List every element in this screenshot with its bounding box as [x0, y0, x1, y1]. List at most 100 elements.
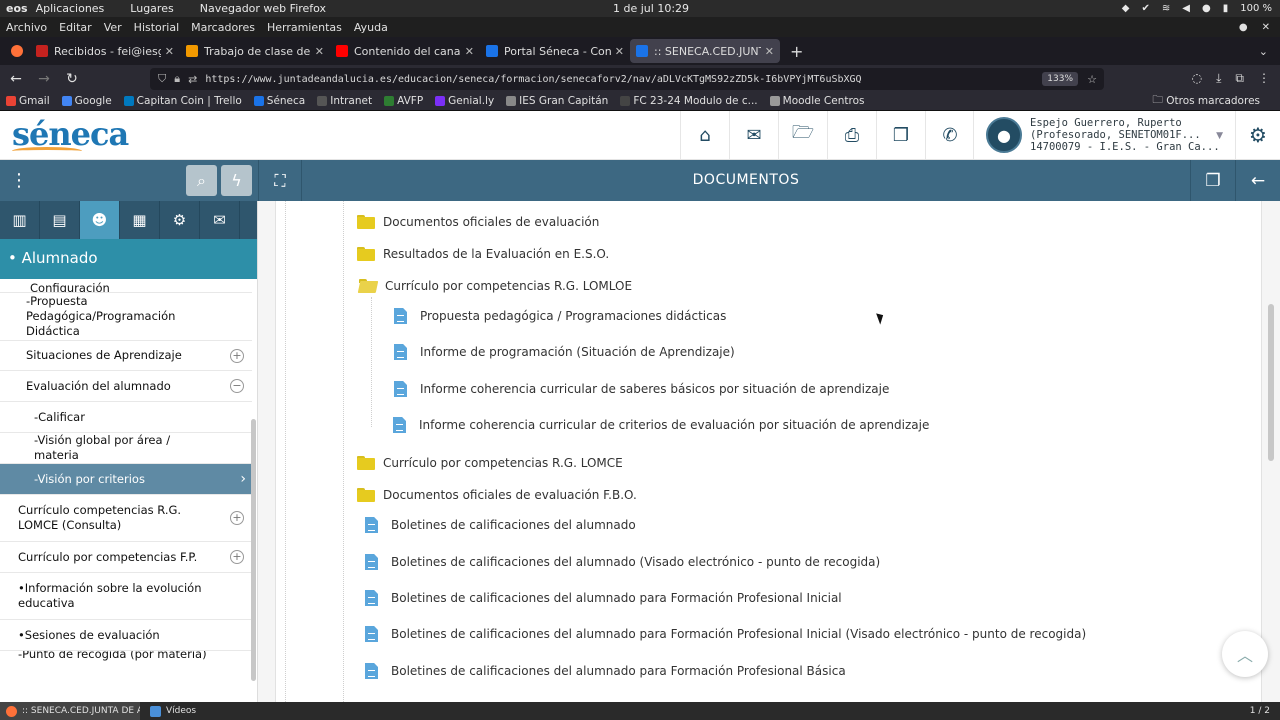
expand-icon[interactable]: +: [230, 511, 244, 525]
menu-editar[interactable]: Editar: [59, 21, 92, 34]
tree-folder[interactable]: Resultados de la Evaluación en E.S.O.: [357, 246, 609, 262]
forward-arrow-icon[interactable]: →: [32, 71, 56, 87]
bookmark-star-icon[interactable]: ☆: [1087, 73, 1097, 86]
gears-icon[interactable]: ⚙: [160, 201, 200, 239]
tab-close-icon[interactable]: ✕: [165, 45, 174, 58]
bookmark-intranet[interactable]: Intranet: [317, 95, 372, 107]
main-scrollbar[interactable]: [1268, 304, 1274, 461]
sidebar-item[interactable]: -Visión por criterios ›: [0, 464, 252, 495]
bookmark-ies-gran-capitan[interactable]: IES Gran Capitán: [506, 95, 608, 107]
volume-icon[interactable]: ◀: [1182, 3, 1190, 14]
sidebar-item[interactable]: Currículo competencias R.G. LOMCE (Consu…: [0, 495, 252, 542]
check-icon[interactable]: ✔: [1141, 3, 1149, 14]
sidebar-item[interactable]: -Calificar: [0, 402, 252, 433]
more-menu-icon[interactable]: ⋮: [1258, 71, 1270, 86]
documents-icon[interactable]: ❐: [876, 111, 925, 159]
network-icon[interactable]: ◆: [1122, 3, 1130, 14]
tab-close-icon[interactable]: ✕: [465, 45, 474, 58]
gear-icon[interactable]: ⚙: [1235, 111, 1280, 159]
tree-document[interactable]: Boletines de calificaciones del alumnado: [365, 517, 636, 533]
menu-herramientas[interactable]: Herramientas: [267, 21, 342, 34]
bookmark-moodle[interactable]: Moodle Centros: [769, 95, 864, 107]
sidebar-item[interactable]: Currículo por competencias F.P. +: [0, 542, 252, 573]
fullscreen-icon[interactable]: ⛶: [258, 160, 302, 201]
mail-icon[interactable]: ✉: [729, 111, 778, 159]
tab-youtube[interactable]: Contenido del canal - YouTube ✕: [330, 39, 480, 63]
tree-document[interactable]: Informe de programación (Situación de Ap…: [394, 344, 735, 360]
sidebar-item[interactable]: Situaciones de Aprendizaje +: [0, 341, 252, 371]
menu-ayuda[interactable]: Ayuda: [354, 21, 388, 34]
quick-access-button[interactable]: ϟ: [221, 165, 252, 196]
tree-folder[interactable]: Currículo por competencias R.G. LOMLOE: [359, 278, 632, 294]
folder-open-icon[interactable]: 🗁︎: [778, 111, 827, 159]
expand-icon[interactable]: +: [230, 550, 244, 564]
os-clock[interactable]: 1 de jul 10:29: [613, 2, 689, 15]
bookmark-seneca[interactable]: Séneca: [253, 95, 305, 107]
sidebar-item[interactable]: Configuración: [0, 279, 252, 293]
envelope-icon[interactable]: ✉: [200, 201, 240, 239]
taskbar-firefox[interactable]: :: SENECA.CED.JUNTA DE ANDALUCIA: [0, 702, 140, 720]
tree-document[interactable]: Propuesta pedagógica / Programaciones di…: [394, 308, 726, 324]
bookmark-other-folder[interactable]: 🗀︎ Otros marcadores: [1152, 92, 1260, 110]
os-menu-firefox[interactable]: Navegador web Firefox: [200, 2, 326, 15]
seneca-logo[interactable]: séneca: [12, 115, 129, 153]
sidebar-item[interactable]: •Información sobre la evolución educativ…: [0, 573, 252, 620]
extensions-icon[interactable]: ⧉: [1235, 71, 1244, 86]
tab-seneca-active[interactable]: :: SENECA.CED.JUNTA DE ANDAL ✕: [630, 39, 780, 63]
tab-list-chevron-icon[interactable]: ⌄: [1259, 45, 1268, 58]
tree-document[interactable]: Informe coherencia curricular de criteri…: [393, 417, 929, 433]
pocket-icon[interactable]: ◌: [1192, 71, 1202, 86]
os-menu-applications[interactable]: Aplicaciones: [36, 2, 105, 15]
user-menu[interactable]: ● Espejo Guerrero, Ruperto (Profesorado,…: [973, 111, 1235, 159]
firefox-pinned-tab[interactable]: [4, 39, 30, 63]
tree-document[interactable]: Boletines de calificaciones del alumnado…: [365, 590, 842, 606]
caret-down-icon[interactable]: ▼: [1216, 131, 1223, 141]
tree-folder[interactable]: Documentos oficiales de evaluación F.B.O…: [357, 487, 637, 503]
new-tab-button[interactable]: +: [790, 42, 803, 61]
tab-classroom[interactable]: Trabajo de clase de SÉNECA ✕: [180, 39, 330, 63]
sidebar-item[interactable]: Evaluación del alumnado −: [0, 371, 252, 402]
calendar-icon[interactable]: ▦: [120, 201, 160, 239]
tab-close-icon[interactable]: ✕: [765, 45, 774, 58]
reload-icon[interactable]: ↻: [60, 71, 84, 87]
sidebar-item[interactable]: -Propuesta Pedagógica/Programación Didác…: [0, 293, 252, 341]
tree-folder[interactable]: Documentos oficiales de evaluación: [357, 214, 599, 230]
permissions-icon[interactable]: ⇄: [188, 73, 197, 86]
sidebar-scrollbar[interactable]: [251, 419, 256, 681]
tree-folder[interactable]: Currículo por competencias R.G. LOMCE: [357, 455, 623, 471]
bookmark-genially[interactable]: Genial.ly: [435, 95, 494, 107]
lock-icon[interactable]: 🔒︎: [174, 72, 180, 86]
section-title[interactable]: • Alumnado: [0, 239, 257, 279]
tree-document[interactable]: Boletines de calificaciones del alumnado…: [365, 554, 880, 570]
tab-close-icon[interactable]: ✕: [315, 45, 324, 58]
workspace-indicator[interactable]: 1 / 2: [1250, 706, 1270, 716]
collapse-icon[interactable]: −: [230, 379, 244, 393]
battery-icon[interactable]: ▮: [1223, 3, 1229, 14]
back-arrow-icon[interactable]: ←: [4, 71, 28, 87]
print-icon[interactable]: ⎙: [827, 111, 876, 159]
tree-document[interactable]: Boletines de calificaciones del alumnado…: [365, 663, 846, 679]
scroll-top-button[interactable]: ︿: [1222, 631, 1268, 677]
url-text[interactable]: https://www.juntadeandalucia.es/educacio…: [205, 74, 861, 85]
shield-icon[interactable]: ⛉: [158, 72, 166, 86]
zoom-level[interactable]: 133%: [1042, 72, 1078, 86]
bookmark-fc[interactable]: FC 23-24 Modulo de c...: [620, 95, 758, 107]
menu-marcadores[interactable]: Marcadores: [191, 21, 255, 34]
bookmark-trello[interactable]: Capitan Coin | Trello: [123, 95, 242, 107]
os-logo[interactable]: eos: [0, 2, 36, 15]
download-icon[interactable]: ⤓: [1216, 71, 1221, 86]
tree-document[interactable]: Informe coherencia curricular de saberes…: [394, 381, 889, 397]
copy-icon[interactable]: ❐: [1190, 160, 1235, 201]
search-button[interactable]: ⌕: [186, 165, 217, 196]
sidebar-item[interactable]: -Visión global por área / materia: [0, 433, 252, 464]
close-window-icon[interactable]: ✕: [1262, 22, 1270, 33]
bookmark-google[interactable]: Google: [61, 95, 112, 107]
minimize-icon[interactable]: ●: [1239, 22, 1248, 33]
menu-historial[interactable]: Historial: [134, 21, 179, 34]
bookmark-gmail[interactable]: Gmail: [6, 95, 50, 107]
sidebar-item[interactable]: •Sesiones de evaluación: [0, 620, 252, 651]
url-bar[interactable]: ⛉ 🔒︎ ⇄ https://www.juntadeandalucia.es/e…: [150, 68, 1104, 90]
back-icon[interactable]: ←: [1235, 160, 1280, 201]
os-menu-places[interactable]: Lugares: [130, 2, 173, 15]
menu-ver[interactable]: Ver: [104, 21, 122, 34]
